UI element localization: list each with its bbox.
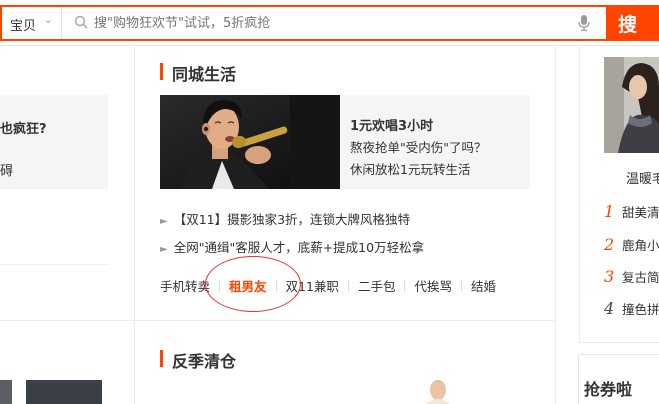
column-divider — [134, 47, 135, 404]
row-divider — [0, 320, 555, 321]
rank-number: 1 — [604, 202, 615, 221]
search-scope-select[interactable]: 宝贝 ⌄ — [2, 7, 62, 39]
tag-link[interactable]: 二手包 — [358, 276, 396, 295]
arrow-right-icon: ► — [160, 216, 168, 227]
product-thumbnail[interactable] — [26, 380, 102, 404]
left-promo-card[interactable] — [0, 95, 108, 189]
search-button[interactable]: 搜 — [606, 5, 659, 41]
rank-number: 4 — [604, 299, 615, 318]
divider — [404, 280, 406, 292]
column-divider — [579, 47, 580, 343]
rank-item[interactable]: 4 撞色拼 — [604, 299, 659, 318]
list-item-text: 【双11】摄影独家3折，连锁大牌风格独特 — [173, 212, 411, 227]
coupon-title: 抢券啦 — [584, 380, 633, 399]
search-scope-label: 宝贝 — [10, 19, 37, 34]
tag-link[interactable]: 手机转卖 — [160, 276, 210, 295]
section-accent-bar — [160, 63, 163, 80]
search-input[interactable] — [94, 12, 564, 34]
left-promo-subline: 碍 — [0, 164, 14, 179]
rank-number: 3 — [604, 267, 615, 286]
search-icon — [74, 15, 88, 29]
column-divider — [555, 47, 556, 404]
product-caption: 温暖毛 — [626, 172, 659, 187]
section-title-local-life: 同城生活 — [172, 65, 237, 84]
rank-item[interactable]: 2 鹿角小 — [604, 235, 659, 254]
section-title-clearance: 反季清仓 — [172, 352, 237, 371]
rank-text: 撞色拼 — [622, 302, 659, 317]
row-divider — [579, 342, 659, 343]
section-accent-bar — [160, 350, 163, 367]
tag-link[interactable]: 结婚 — [471, 276, 496, 295]
tag-link[interactable]: 代挨骂 — [414, 276, 452, 295]
arrow-right-icon: ► — [160, 244, 168, 255]
product-image[interactable] — [418, 378, 458, 404]
local-life-feature-card[interactable]: 1元欢唱3小时 熬夜抢单"受内伤"了吗？ 休闲放松1元玩转生活 — [160, 95, 530, 189]
list-item-text: 全网"通缉"客服人才，底薪+提成10万轻松拿 — [173, 240, 425, 255]
divider — [347, 280, 349, 292]
rank-text: 鹿角小 — [622, 238, 659, 253]
divider — [460, 280, 462, 292]
microphone-icon[interactable] — [578, 15, 590, 31]
rank-item[interactable]: 1 甜美清 — [604, 202, 659, 221]
feature-description: 熬夜抢单"受内伤"了吗？ — [350, 140, 487, 155]
annotation-circle — [205, 256, 301, 312]
singer-photo — [160, 95, 340, 189]
chevron-down-icon: ⌄ — [44, 15, 53, 26]
feature-description: 休闲放松1元玩转生活 — [350, 162, 471, 177]
row-divider — [0, 264, 110, 265]
model-photo[interactable] — [604, 57, 659, 153]
left-promo-headline: 也疯狂? — [0, 122, 47, 137]
list-item[interactable]: ► 【双11】摄影独家3折，连锁大牌风格独特 — [160, 209, 410, 228]
top-search-bar: 宝贝 ⌄ 搜 — [0, 0, 659, 46]
product-thumbnail[interactable] — [0, 380, 12, 404]
rank-text: 甜美清 — [622, 205, 659, 220]
rank-number: 2 — [604, 235, 615, 254]
rank-text: 复古简 — [622, 270, 659, 285]
search-box: 宝贝 ⌄ 搜 — [0, 5, 659, 41]
list-item[interactable]: ► 全网"通缉"客服人才，底薪+提成10万轻松拿 — [160, 237, 424, 256]
feature-title: 1元欢唱3小时 — [350, 119, 434, 134]
rank-item[interactable]: 3 复古简 — [604, 267, 659, 286]
